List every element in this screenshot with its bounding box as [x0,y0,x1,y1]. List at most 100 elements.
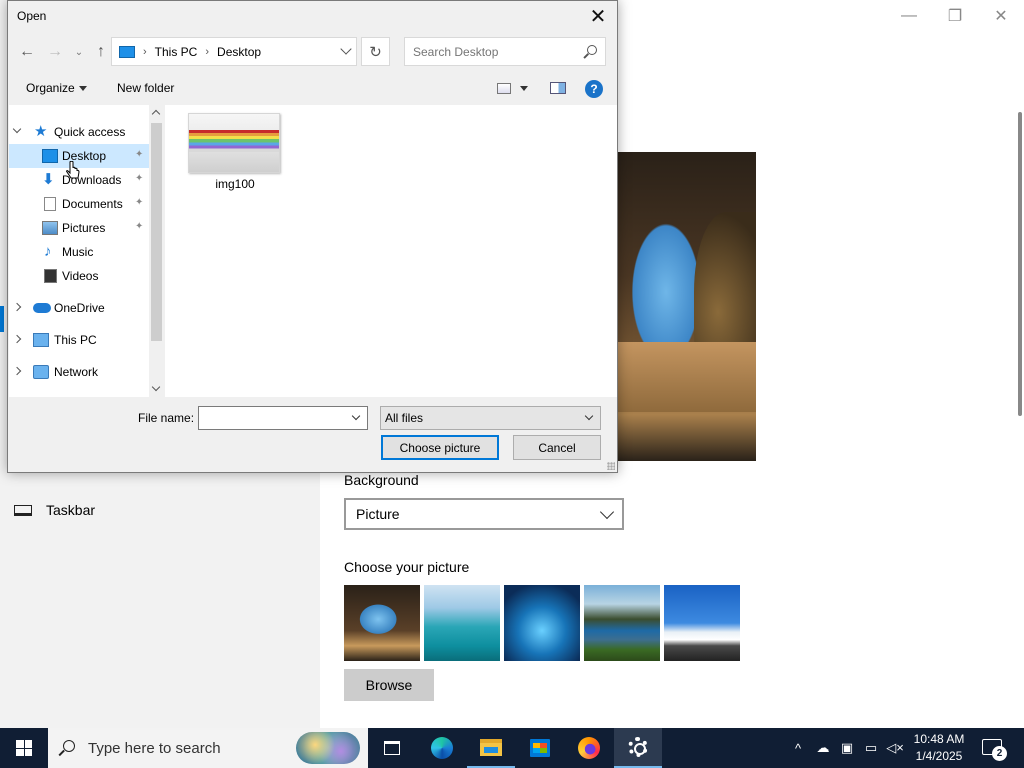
file-explorer-icon [480,738,502,756]
file-type-dropdown[interactable]: All files [380,406,601,430]
address-bar[interactable]: › This PC › Desktop [111,37,357,66]
change-view-icon[interactable] [497,83,511,94]
nav-item-label: Videos [62,269,99,283]
clock-time: 10:48 AM [913,732,965,746]
image-thumbnail [188,113,280,173]
pin-icon: ✦ [135,173,144,184]
nav-item-onedrive[interactable]: OneDrive [9,296,149,320]
scroll-down-icon[interactable] [151,382,161,392]
onedrive-tray-icon[interactable]: ☁ [812,728,834,768]
file-name-input[interactable] [203,410,343,426]
picture-thumbnail-cave[interactable] [344,585,420,661]
meet-now-icon[interactable]: ▣ [836,728,858,768]
settings-nav-item-taskbar[interactable]: Taskbar [14,502,95,518]
network-icon [33,365,49,379]
store-icon [530,739,550,757]
file-name: img100 [215,177,255,191]
refresh-button[interactable]: ↻ [361,37,390,66]
pin-icon: ✦ [135,149,144,160]
nav-item-videos[interactable]: Videos [9,264,149,288]
forward-arrow-icon[interactable]: → [44,41,66,63]
background-dropdown[interactable]: Picture [344,498,624,530]
taskbar-clock[interactable]: 10:48 AM 1/4/2025 [900,731,978,765]
show-hidden-icons-chevron[interactable]: ^ [788,728,808,768]
network-tray-icon[interactable]: ▭ [860,728,882,768]
taskbar-app-store[interactable] [516,728,564,768]
cancel-button[interactable]: Cancel [513,435,601,460]
chevron-down-icon[interactable] [351,411,361,421]
breadcrumb-this-pc[interactable]: This PC [155,45,198,59]
taskbar-app-settings[interactable] [614,728,662,768]
choose-picture-button[interactable]: Choose picture [381,435,499,460]
search-icon [63,740,75,752]
preview-pane-icon[interactable] [550,82,566,94]
taskbar-search-box[interactable]: Type here to search [48,728,368,768]
help-icon[interactable]: ? [585,80,603,98]
resize-grip-icon[interactable] [607,462,615,470]
download-icon: ⬇ [42,171,55,188]
nav-item-this-pc[interactable]: This PC [9,328,149,352]
expand-chevron-icon[interactable] [12,124,22,134]
search-box[interactable] [404,37,606,66]
file-type-value: All files [385,411,424,425]
picture-thumbnail-lake[interactable] [584,585,660,661]
dialog-close-button[interactable]: ✕ [583,1,613,31]
close-button[interactable]: ✕ [978,0,1024,32]
gear-icon [628,737,648,757]
taskbar-app-firefox[interactable] [565,728,613,768]
breadcrumb-desktop[interactable]: Desktop [217,45,261,59]
start-button[interactable] [0,728,48,768]
recent-locations-icon[interactable]: ⌄ [68,41,90,63]
settings-scrollbar[interactable] [1018,112,1022,416]
scroll-thumb[interactable] [151,123,162,341]
organize-label: Organize [26,81,75,95]
file-list: img100 [165,105,617,397]
window-controls: — ❐ ✕ [886,0,1024,32]
up-arrow-icon[interactable]: ↑ [90,41,112,63]
picture-thumbnail-water[interactable] [424,585,500,661]
taskbar-icon [14,504,32,516]
navigation-pane: ★ Quick access Desktop ✦ ⬇ Downloads ✦ D… [9,105,164,397]
expand-chevron-icon[interactable] [12,334,22,344]
organize-menu[interactable]: Organize [26,81,87,95]
firefox-icon [578,737,600,759]
expand-chevron-icon[interactable] [12,366,22,376]
file-name-combobox[interactable] [198,406,368,430]
taskbar-app-edge[interactable] [418,728,466,768]
view-options-caret-icon[interactable] [520,86,528,91]
breadcrumb-separator: › [143,45,147,58]
nav-item-pictures[interactable]: Pictures ✦ [9,216,149,240]
preview-sand [614,342,756,412]
background-preview [614,152,756,461]
picture-thumbnail-underwater[interactable] [504,585,580,661]
navigation-scrollbar[interactable] [149,105,164,397]
expand-chevron-icon[interactable] [12,302,22,312]
computer-icon [33,333,49,347]
pin-icon: ✦ [135,221,144,232]
nav-selection-indicator [0,306,4,332]
background-label: Background [344,472,419,488]
dialog-title: Open [17,9,47,23]
chevron-down-icon[interactable] [340,43,352,55]
maximize-button[interactable]: ❐ [932,0,978,32]
nav-item-documents[interactable]: Documents ✦ [9,192,149,216]
task-view-button[interactable] [368,728,416,768]
browse-button[interactable]: Browse [344,669,434,701]
rainbow-stripes [189,130,279,152]
nav-item-network[interactable]: Network [9,360,149,384]
new-folder-button[interactable]: New folder [117,81,174,95]
file-item-img100[interactable]: img100 [188,113,282,191]
search-highlight-image[interactable] [296,732,360,764]
open-dialog: Open ✕ ← → ⌄ ↑ › This PC › Desktop ↻ Org… [7,0,618,473]
minimize-button[interactable]: — [886,0,932,32]
nav-item-music[interactable]: ♪ Music [9,240,149,264]
scroll-up-icon[interactable] [151,109,161,119]
back-arrow-icon[interactable]: ← [16,41,38,63]
clock-date: 1/4/2025 [915,749,963,763]
choose-picture-label: Choose your picture [344,559,470,575]
search-input[interactable] [413,43,573,61]
picture-thumbnail-clouds[interactable] [664,585,740,661]
taskbar-app-file-explorer[interactable] [467,728,515,768]
nav-item-quick-access[interactable]: ★ Quick access [9,120,149,144]
task-view-icon [384,741,400,755]
